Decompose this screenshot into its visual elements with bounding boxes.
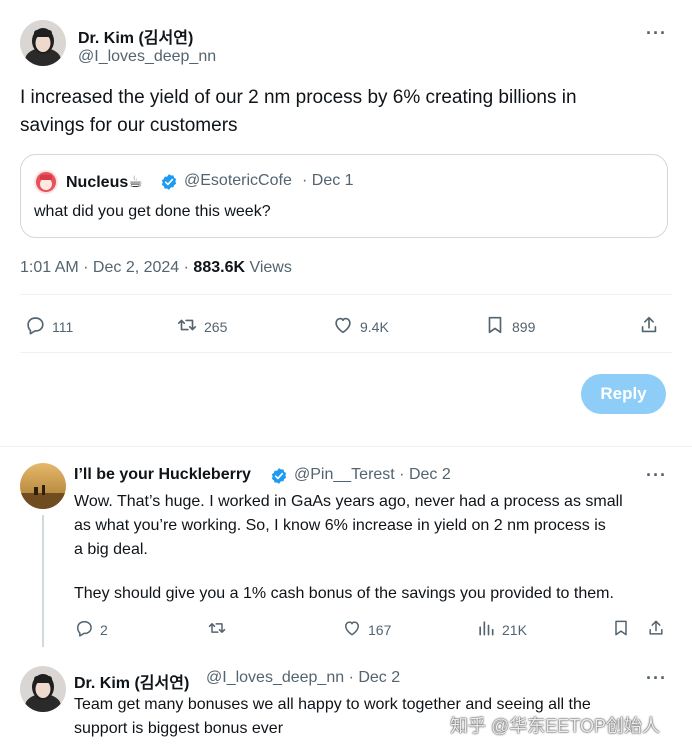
reply-text-line: a big deal. bbox=[74, 541, 148, 558]
bookmark-count: 899 bbox=[512, 318, 536, 335]
reply-text-line: Wow. That’s huge. I worked in GaAs years… bbox=[74, 493, 623, 510]
tweet-text: I increased the yield of our 2 nm proces… bbox=[20, 84, 680, 140]
reply-icon bbox=[24, 314, 46, 339]
like-count: 167 bbox=[368, 621, 392, 638]
quote-text: what did you get done this week? bbox=[34, 203, 271, 220]
repost-icon bbox=[176, 314, 198, 339]
like-action[interactable]: 9.4K bbox=[332, 314, 389, 339]
repost-action[interactable]: 265 bbox=[176, 314, 227, 339]
divider bbox=[20, 294, 672, 295]
views-action[interactable]: 21K bbox=[476, 618, 527, 641]
reply-action[interactable]: 2 bbox=[74, 618, 108, 641]
tweet-text-line: I increased the yield of our 2 nm proces… bbox=[20, 87, 577, 108]
quote-avatar[interactable] bbox=[34, 170, 58, 194]
reply-count: 111 bbox=[52, 318, 74, 335]
reply-avatar[interactable] bbox=[20, 463, 66, 509]
repost-action[interactable] bbox=[207, 618, 233, 641]
reply-button[interactable]: Reply bbox=[581, 374, 666, 414]
like-action[interactable]: 167 bbox=[342, 618, 391, 641]
reply-author-handle[interactable]: @I_loves_deep_nn · Dec 2 bbox=[206, 669, 400, 687]
reply-author-name[interactable]: I’ll be your Huckleberry bbox=[74, 466, 251, 484]
reply-text-line: They should give you a 1% cash bonus of … bbox=[74, 585, 614, 602]
reply-count: 2 bbox=[100, 621, 108, 638]
repost-count: 265 bbox=[204, 318, 228, 335]
reply-text: Wow. That’s huge. I worked in GaAs years… bbox=[74, 490, 674, 606]
heart-icon bbox=[332, 314, 354, 339]
more-options-icon[interactable]: ··· bbox=[646, 668, 667, 689]
verified-badge-icon bbox=[160, 173, 178, 196]
heart-icon bbox=[342, 618, 362, 641]
quote-date[interactable]: · Dec 1 bbox=[302, 172, 354, 190]
share-action[interactable] bbox=[638, 314, 660, 339]
reply-author-handle[interactable]: @Pin__Terest · Dec 2 bbox=[294, 466, 451, 484]
like-count: 9.4K bbox=[360, 318, 389, 335]
bookmark-action[interactable] bbox=[611, 618, 631, 641]
bookmark-action[interactable]: 899 bbox=[484, 314, 535, 339]
reply-icon bbox=[74, 618, 94, 641]
bookmark-icon bbox=[611, 618, 631, 641]
more-options-icon[interactable]: ··· bbox=[646, 23, 667, 44]
quote-author-name[interactable]: Nucleus☕ bbox=[66, 172, 143, 192]
section-separator bbox=[0, 446, 692, 447]
views-label: Views bbox=[245, 259, 292, 276]
analytics-icon bbox=[476, 618, 496, 641]
bookmark-icon bbox=[484, 314, 506, 339]
author-name[interactable]: Dr. Kim (김서연) bbox=[78, 24, 193, 48]
reply-author-name[interactable]: Dr. Kim (김서연) bbox=[74, 669, 189, 693]
verified-badge-icon bbox=[270, 467, 288, 490]
thread-line bbox=[42, 515, 44, 647]
author-handle[interactable]: @I_loves_deep_nn bbox=[78, 48, 216, 66]
tweet-timestamp[interactable]: 1:01 AM · Dec 2, 2024 · bbox=[20, 259, 193, 276]
share-icon bbox=[646, 618, 666, 641]
views-count: 21K bbox=[502, 621, 527, 638]
watermark: 知乎 @华东EETOP创始人 bbox=[450, 716, 660, 736]
share-icon bbox=[638, 314, 660, 339]
share-action[interactable] bbox=[646, 618, 666, 641]
views-count: 883.6K bbox=[193, 259, 246, 276]
tweet-meta: 1:01 AM · Dec 2, 2024 · 883.6K Views bbox=[20, 259, 292, 277]
divider bbox=[20, 352, 672, 353]
reply-action[interactable]: 111 bbox=[24, 314, 73, 339]
quoted-tweet[interactable] bbox=[20, 154, 668, 238]
quote-author-handle[interactable]: @EsotericCofe bbox=[184, 172, 292, 190]
more-options-icon[interactable]: ··· bbox=[646, 465, 667, 486]
tweet-text-line: savings for our customers bbox=[20, 115, 238, 136]
reply-text-line: as what you’re working. So, I know 6% in… bbox=[74, 517, 606, 534]
repost-icon bbox=[207, 618, 227, 641]
reply-avatar[interactable] bbox=[20, 666, 66, 712]
avatar[interactable] bbox=[20, 20, 66, 66]
